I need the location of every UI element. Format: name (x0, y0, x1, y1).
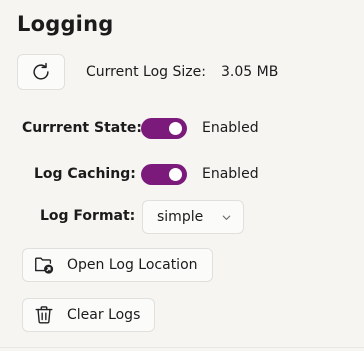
open-log-location-button[interactable]: Open Log Location (22, 248, 213, 282)
current-state-status: Enabled (202, 120, 259, 136)
log-caching-label: Log Caching: (34, 166, 136, 182)
trash-icon (35, 306, 53, 324)
log-caching-toggle[interactable] (141, 164, 187, 185)
log-caching-status: Enabled (202, 166, 259, 182)
open-log-location-label: Open Log Location (67, 257, 198, 273)
log-size-label: Current Log Size: (86, 64, 206, 80)
log-format-selected-value: simple (157, 209, 204, 225)
chevron-down-icon (222, 215, 231, 220)
clear-logs-button[interactable]: Clear Logs (22, 298, 156, 332)
folder-open-icon (35, 257, 54, 274)
refresh-log-size-button[interactable] (17, 54, 65, 90)
log-format-select[interactable]: simple (142, 200, 244, 234)
log-size-value: 3.05 MB (221, 64, 279, 80)
divider (0, 347, 364, 348)
log-format-label: Log Format: (40, 208, 136, 224)
refresh-icon (33, 62, 49, 80)
toggle-knob (169, 122, 182, 135)
clear-logs-label: Clear Logs (67, 307, 141, 323)
current-state-toggle[interactable] (141, 118, 187, 139)
section-title: Logging (17, 12, 114, 36)
current-state-label: Currrent State: (22, 120, 142, 136)
toggle-knob (169, 168, 182, 181)
